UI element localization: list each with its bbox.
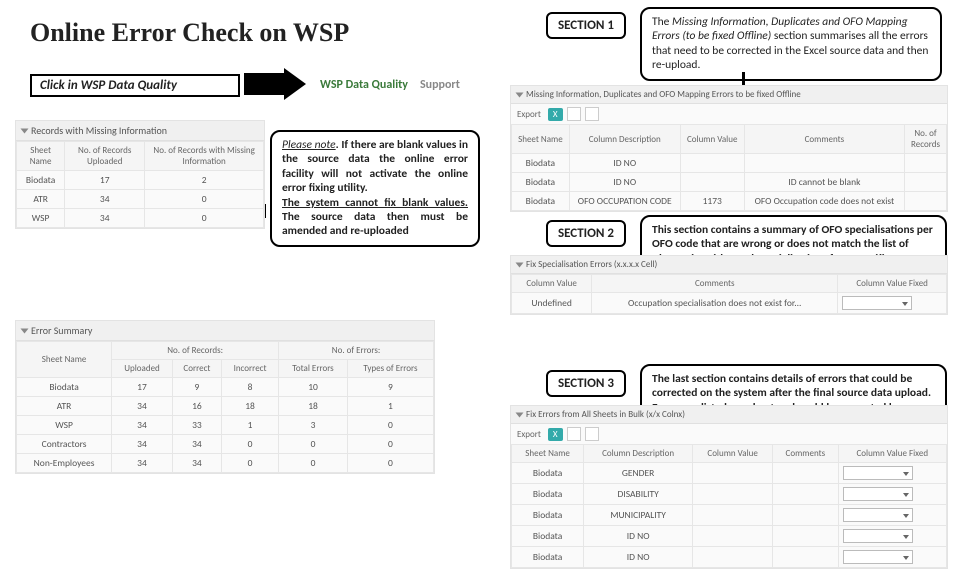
dropdown[interactable]	[843, 529, 913, 543]
panel-error-summary-title: Error Summary	[31, 324, 92, 337]
table-row: WSP340	[17, 209, 264, 228]
table-row: Biodata172	[17, 171, 264, 190]
export-option-button[interactable]	[585, 427, 599, 441]
dropdown[interactable]	[843, 487, 913, 501]
collapse-icon[interactable]	[21, 128, 29, 133]
section-2-label: SECTION 2	[546, 220, 626, 247]
export-option-button[interactable]	[567, 107, 581, 121]
table-row: ATR340	[17, 190, 264, 209]
dropdown[interactable]	[842, 296, 912, 310]
table-row: BiodataID NO	[512, 547, 947, 568]
export-label: Export	[517, 429, 541, 440]
table-offline-errors: Sheet Name Column Description Column Val…	[511, 124, 947, 211]
export-xls-button[interactable]: X	[548, 428, 563, 441]
panel-offline-errors-title: Missing Information, Duplicates and OFO …	[526, 89, 801, 100]
arrow-click-to-tab	[244, 73, 284, 95]
collapse-icon[interactable]	[516, 412, 524, 417]
table-missing-info: Sheet Name No. of Records Uploaded No. o…	[16, 141, 264, 228]
table-row: BiodataID NOID cannot be blank	[512, 173, 947, 192]
panel-fix-specialisation: Fix Specialisation Errors (x.x.x.x Cell)…	[510, 255, 948, 315]
table-row: BiodataGENDER	[512, 463, 947, 484]
table-row: BiodataOFO OCCUPATION CODE1173OFO Occupa…	[512, 192, 947, 211]
dropdown[interactable]	[843, 466, 913, 480]
table-row: BiodataID NO	[512, 154, 947, 173]
collapse-icon[interactable]	[21, 328, 29, 333]
table-row: WSP3433130	[17, 416, 434, 435]
export-label: Export	[517, 109, 541, 120]
tab-bar: WSP Data Quality Support	[320, 78, 460, 92]
panel-offline-errors: Missing Information, Duplicates and OFO …	[510, 85, 948, 212]
table-row: ATR341618181	[17, 397, 434, 416]
section-1-label: SECTION 1	[546, 12, 626, 39]
toolbar-offline: Export X	[511, 104, 947, 124]
tab-wsp-data-quality[interactable]: WSP Data Quality	[320, 78, 408, 92]
collapse-icon[interactable]	[516, 262, 524, 267]
toolbar-bulk: Export X	[511, 424, 947, 444]
table-row: Non-Employees3434000	[17, 454, 434, 473]
panel-fix-bulk-title: Fix Errors from All Sheets in Bulk (x/x …	[526, 409, 685, 420]
collapse-icon[interactable]	[516, 92, 524, 97]
dropdown[interactable]	[843, 550, 913, 564]
table-row: BiodataMUNICIPALITY	[512, 505, 947, 526]
table-row: UndefinedOccupation specialisation does …	[512, 293, 947, 314]
table-row: BiodataID NO	[512, 526, 947, 547]
panel-error-summary: Error Summary Sheet Name No. of Records:…	[15, 320, 435, 474]
dropdown[interactable]	[843, 508, 913, 522]
table-row: Biodata1798109	[17, 378, 434, 397]
section-3-label: SECTION 3	[546, 370, 626, 397]
click-wsp-label: Click in WSP Data Quality	[30, 74, 240, 97]
table-row: BiodataDISABILITY	[512, 484, 947, 505]
callout-section1: The Missing Information, Duplicates and …	[640, 7, 942, 81]
panel-missing-info-title: Records with Missing Information	[31, 124, 167, 137]
export-xls-button[interactable]: X	[548, 108, 563, 121]
table-fix-bulk: Sheet Name Column Description Column Val…	[511, 444, 947, 568]
panel-fix-bulk: Fix Errors from All Sheets in Bulk (x/x …	[510, 405, 948, 569]
tab-support[interactable]: Support	[420, 78, 460, 92]
export-option-button[interactable]	[567, 427, 581, 441]
callout-please-note: Please note. If there are blank values i…	[270, 130, 480, 247]
page-title: Online Error Check on WSP	[30, 18, 349, 48]
panel-missing-info: Records with Missing Information Sheet N…	[15, 120, 265, 229]
table-row: Contractors3434000	[17, 435, 434, 454]
export-option-button[interactable]	[585, 107, 599, 121]
panel-fix-spec-title: Fix Specialisation Errors (x.x.x.x Cell)	[526, 259, 657, 270]
table-fix-spec: Column Value Comments Column Value Fixed…	[511, 274, 947, 314]
table-error-summary: Sheet Name No. of Records: No. of Errors…	[16, 341, 434, 473]
